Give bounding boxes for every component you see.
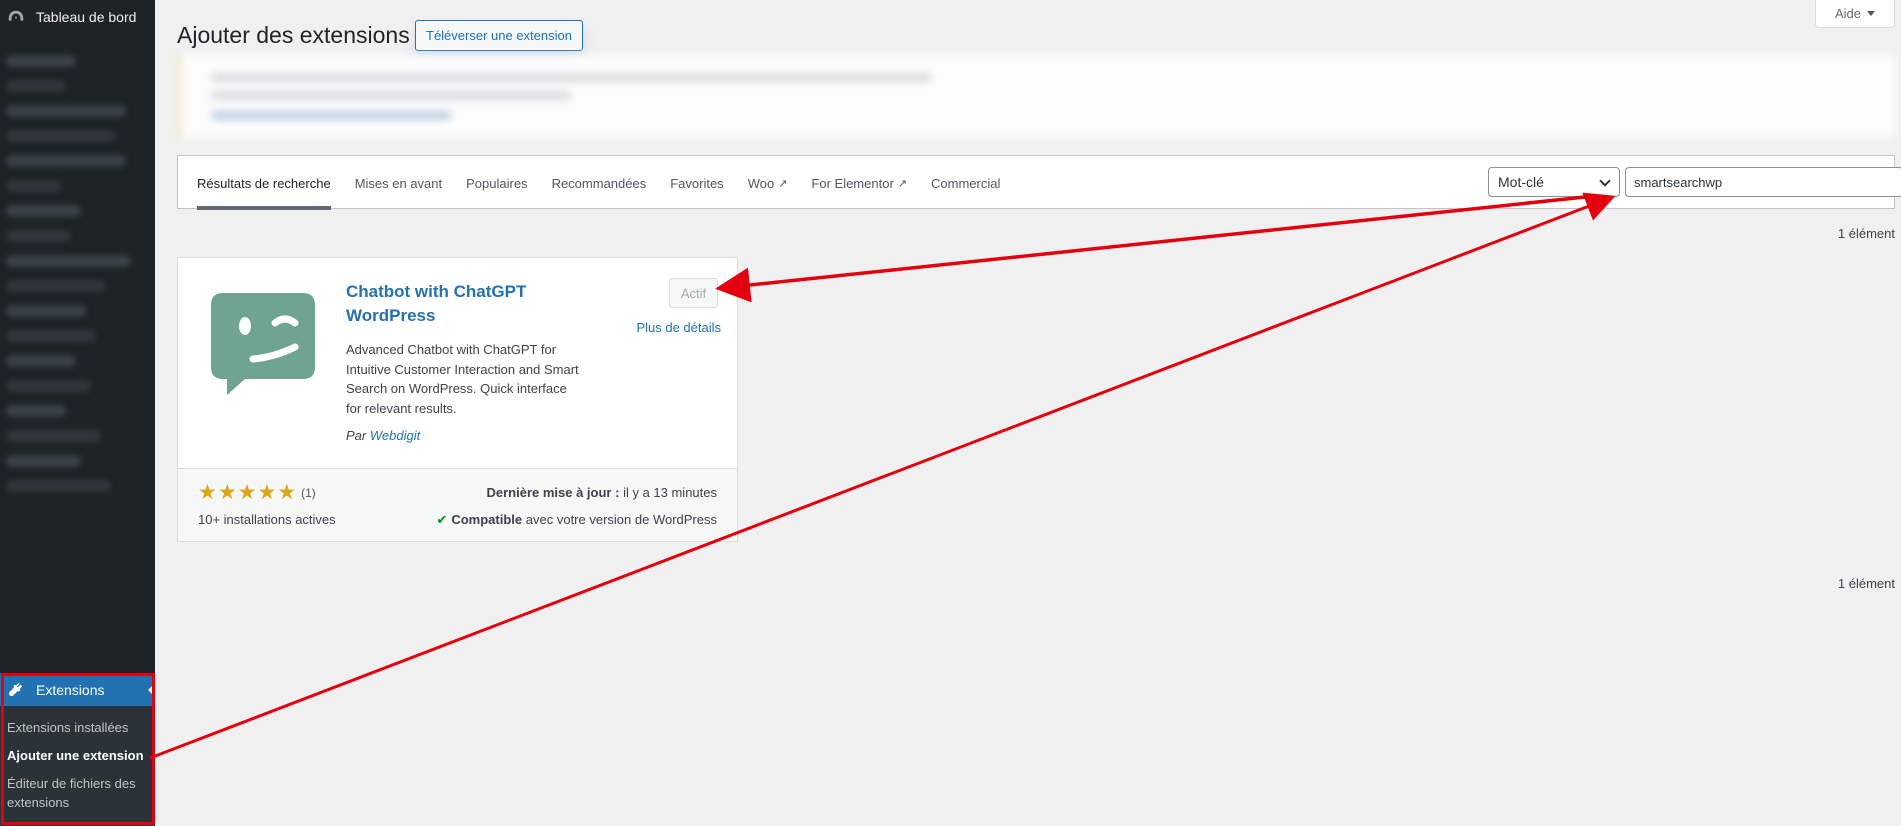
- star-rating: ★ ★ ★ ★ ★ (1): [198, 482, 316, 503]
- chevron-down-icon: [1599, 175, 1611, 187]
- blurred-menu-items: [0, 34, 155, 492]
- search-input[interactable]: [1625, 167, 1901, 197]
- author-link[interactable]: Webdigit: [370, 428, 420, 443]
- tab-favorites[interactable]: Favorites: [670, 156, 723, 210]
- star-icon: ★: [217, 481, 237, 504]
- extensions-submenu: Extensions installées Ajouter une extens…: [0, 706, 155, 817]
- external-link-icon: ↗: [778, 177, 788, 190]
- tab-label: Woo: [747, 175, 775, 191]
- last-updated-value: il y a 13 minutes: [623, 485, 717, 500]
- plugin-card: Chatbot with ChatGPT WordPress Advanced …: [177, 257, 738, 542]
- plugin-description: Advanced Chatbot with ChatGPT for Intuit…: [346, 342, 579, 416]
- external-link-icon: ↗: [897, 177, 907, 190]
- tab-label: Favorites: [670, 175, 724, 191]
- extensions-menu: Extensions Extensions installées Ajouter…: [0, 673, 155, 826]
- star-icon: ★: [237, 481, 257, 504]
- caret-down-icon: [1867, 11, 1876, 16]
- page-title: Ajouter des extensions: [177, 22, 410, 48]
- plugin-icon: [6, 680, 26, 700]
- tab-search-results[interactable]: Résultats de recherche: [197, 156, 331, 210]
- star-icon: ★: [198, 481, 217, 504]
- main-content: Aide Ajouter des extensions Téléverser u…: [155, 0, 1901, 826]
- tab-for-elementor[interactable]: For Elementor ↗: [811, 156, 907, 210]
- more-details-link[interactable]: Plus de détails: [636, 320, 721, 335]
- plugin-name-link[interactable]: Chatbot with ChatGPT WordPress: [346, 280, 566, 328]
- tab-label: Commercial: [931, 175, 1001, 191]
- rating-count: (1): [301, 485, 316, 500]
- tab-label: Mises en avant: [354, 175, 443, 191]
- dashboard-icon: [6, 7, 26, 27]
- last-updated: Dernière mise à jour : il y a 13 minutes: [486, 485, 717, 500]
- tab-label: Recommandées: [551, 175, 647, 191]
- tab-label: Populaires: [466, 175, 528, 191]
- help-tab-button[interactable]: Aide: [1815, 0, 1895, 28]
- submenu-add-extension[interactable]: Ajouter une extension: [0, 742, 155, 770]
- sidebar-item-label: Extensions: [36, 681, 105, 698]
- search-type-value: Mot-clé: [1498, 174, 1544, 190]
- submenu-extension-file-editor[interactable]: Éditeur de fichiers des extensions: [0, 770, 155, 816]
- sidebar-item-label: Tableau de bord: [36, 9, 137, 25]
- chatbot-plugin-icon[interactable]: [201, 281, 329, 409]
- tab-woo[interactable]: Woo ↗: [748, 156, 788, 210]
- blurred-notice: [177, 55, 1895, 137]
- help-tab-label: Aide: [1834, 6, 1862, 21]
- compat-rest: avec votre version de WordPress: [525, 512, 717, 527]
- last-updated-label: Dernière mise à jour :: [486, 485, 620, 500]
- sidebar-item-dashboard[interactable]: Tableau de bord: [0, 0, 155, 34]
- filter-bar: Résultats de recherche Mises en avant Po…: [177, 155, 1901, 210]
- tab-label: Résultats de recherche: [197, 175, 331, 191]
- star-icon: ★: [257, 481, 277, 504]
- search-type-select[interactable]: Mot-clé: [1488, 167, 1620, 197]
- author-prefix: Par: [346, 428, 367, 443]
- compat-strong: Compatible: [451, 512, 523, 527]
- tab-commercial[interactable]: Commercial: [931, 156, 1000, 210]
- upload-extension-button[interactable]: Téléverser une extension: [415, 20, 583, 51]
- tab-featured[interactable]: Mises en avant: [355, 156, 442, 210]
- tab-label: For Elementor: [811, 175, 894, 191]
- compatibility: ✔ Compatible avec votre version de WordPr…: [436, 512, 717, 528]
- filter-tabs: Résultats de recherche Mises en avant Po…: [178, 156, 1024, 210]
- star-icon: ★: [277, 481, 297, 504]
- tab-popular[interactable]: Populaires: [466, 156, 527, 210]
- submenu-installed-extensions[interactable]: Extensions installées: [0, 714, 155, 742]
- active-installs: 10+ installations actives: [198, 512, 336, 527]
- plugin-card-bottom: ★ ★ ★ ★ ★ (1) 10+ installations actives …: [178, 468, 737, 541]
- tab-recommended[interactable]: Recommandées: [552, 156, 647, 210]
- results-count-bottom: 1 élément: [1837, 576, 1895, 591]
- checkmark-icon: ✔: [436, 512, 448, 527]
- plugin-author: Par Webdigit: [346, 428, 420, 443]
- active-button[interactable]: Actif: [669, 278, 718, 308]
- results-count-top: 1 élément: [1837, 226, 1895, 241]
- sidebar-item-extensions[interactable]: Extensions: [0, 673, 155, 706]
- current-menu-arrow-icon: [148, 683, 155, 697]
